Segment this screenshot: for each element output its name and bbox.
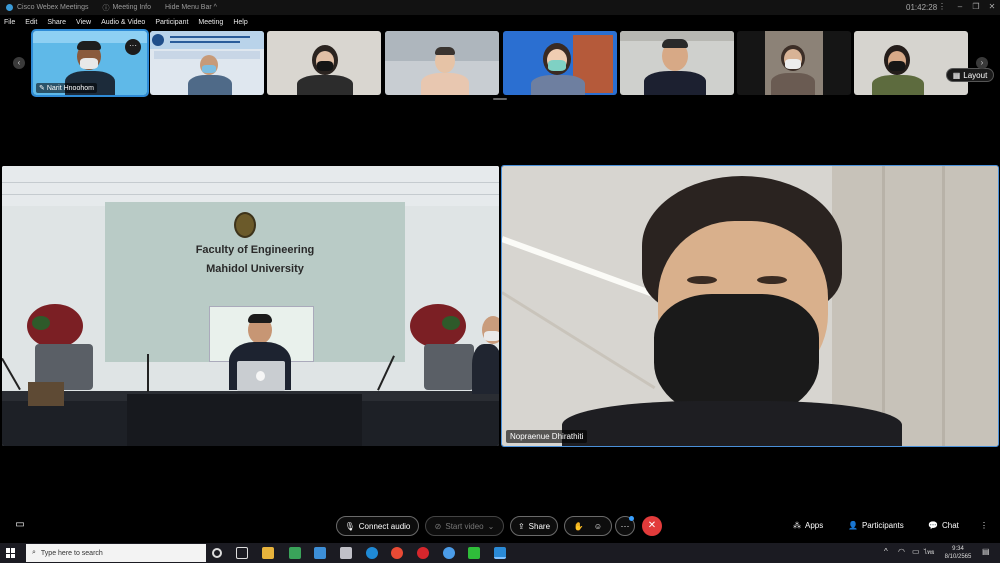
more-panels-icon[interactable]: ⋮ xyxy=(980,521,988,530)
menu-audio-video[interactable]: Audio & Video xyxy=(101,19,145,26)
meeting-info-label: Meeting Info xyxy=(112,4,151,11)
apps-button[interactable]: ⁂ Apps xyxy=(793,521,823,530)
mic-muted-icon: ✎ xyxy=(39,85,45,92)
participant-thumbnail[interactable] xyxy=(503,31,617,95)
hide-menu-bar-button[interactable]: Hide Menu Bar ^ xyxy=(165,4,217,11)
webex-logo-icon xyxy=(6,4,13,11)
captions-icon[interactable]: ▭ xyxy=(10,516,30,536)
app-name: Cisco Webex Meetings xyxy=(17,4,89,11)
end-meeting-button[interactable]: ✕ xyxy=(642,516,662,536)
battery-icon[interactable]: ▭ xyxy=(912,548,920,556)
main-video-left[interactable]: Faculty of Engineering Mahidol Universit… xyxy=(2,166,499,446)
strip-prev-button[interactable]: ‹ xyxy=(13,57,25,69)
search-icon: ⌕ xyxy=(32,549,36,556)
participant-thumbnail[interactable] xyxy=(385,31,499,95)
windows-start-icon[interactable] xyxy=(6,548,16,558)
faculty-sign-line1: Faculty of Engineering xyxy=(195,244,315,256)
mail-icon[interactable] xyxy=(314,547,326,559)
menu-share[interactable]: Share xyxy=(47,19,66,26)
video-off-icon: ⊘ xyxy=(434,521,442,531)
participant-thumbnail[interactable] xyxy=(267,31,381,95)
layout-grid-icon: ▦ xyxy=(952,70,961,80)
participants-button[interactable]: 👤 Participants xyxy=(848,521,904,530)
close-icon: ✕ xyxy=(647,520,657,531)
minimize-icon[interactable]: – xyxy=(954,2,966,11)
menu-view[interactable]: View xyxy=(76,19,91,26)
webex-taskbar-icon[interactable] xyxy=(494,547,506,559)
layout-button[interactable]: ▦ Layout xyxy=(946,68,994,82)
input-language[interactable]: ไทย xyxy=(924,549,935,557)
meeting-info-button[interactable]: ⓘ Meeting Info xyxy=(102,3,151,13)
participants-icon: 👤 xyxy=(848,521,858,530)
store-icon[interactable] xyxy=(289,547,301,559)
microphone-icon: 🎙 xyxy=(344,521,355,531)
chat-icon: 💬 xyxy=(928,521,938,530)
connect-audio-button[interactable]: 🎙 Connect audio xyxy=(336,516,419,536)
app-icon[interactable] xyxy=(340,547,352,559)
menu-help[interactable]: Help xyxy=(233,19,247,26)
apps-icon: ⁂ xyxy=(793,521,801,530)
meeting-timer: 01:42:28 xyxy=(906,3,938,12)
menu-edit[interactable]: Edit xyxy=(25,19,37,26)
tray-chevron-up-icon[interactable]: ^ xyxy=(884,548,888,556)
participant-thumbnail[interactable]: ··· ✎ Narit Hnoohom xyxy=(31,29,149,97)
system-clock[interactable]: 9:34 8/10/2565 xyxy=(942,545,974,561)
hide-menu-bar-label: Hide Menu Bar ^ xyxy=(165,4,217,11)
windows-taskbar: ⌕ Type here to search ^ ◠ ▭ ไทย 9:34 8/1… xyxy=(0,543,1000,563)
maximize-icon[interactable]: ❐ xyxy=(970,2,982,11)
wifi-icon[interactable]: ◠ xyxy=(898,548,905,556)
menu-participant[interactable]: Participant xyxy=(155,19,188,26)
share-screen-icon: ⇪ xyxy=(517,521,525,531)
notification-dot xyxy=(629,516,634,521)
participant-name-tag: ✎ Narit Hnoohom xyxy=(36,83,97,93)
chevron-down-icon: ⌄ xyxy=(487,521,495,531)
strip-resize-handle[interactable] xyxy=(493,98,507,100)
participant-thumbnail[interactable] xyxy=(150,31,264,95)
chat-button[interactable]: 💬 Chat xyxy=(928,521,959,530)
meeting-controls: ▭ 🎙 Connect audio ⊘ Start video ⌄ ⇪ Shar… xyxy=(0,512,1000,540)
close-window-icon[interactable]: ✕ xyxy=(986,2,998,11)
participant-name-tag: Nopraenue Dhirathiti xyxy=(506,430,588,443)
chrome-icon[interactable] xyxy=(391,547,403,559)
info-icon: ⓘ xyxy=(102,4,110,12)
menu-file[interactable]: File xyxy=(4,19,15,26)
task-view-icon[interactable] xyxy=(236,547,248,559)
taskbar-search-box[interactable]: ⌕ Type here to search xyxy=(26,544,206,562)
menu-bar: File Edit Share View Audio & Video Parti… xyxy=(0,16,1000,29)
edge-icon[interactable] xyxy=(366,547,378,559)
opera-icon[interactable] xyxy=(417,547,429,559)
line-icon[interactable] xyxy=(468,547,480,559)
strip-next-button[interactable]: › xyxy=(976,57,988,69)
raise-hand-icon[interactable]: ✋ xyxy=(574,522,584,531)
cortana-icon[interactable] xyxy=(212,548,222,558)
more-horizontal-icon: ··· xyxy=(620,521,630,531)
more-options-icon[interactable]: ··· xyxy=(125,39,141,55)
more-window-icon[interactable]: ⋮ xyxy=(936,2,948,11)
file-explorer-icon[interactable] xyxy=(262,547,274,559)
chrome-profile-icon[interactable] xyxy=(443,547,455,559)
app-title: Cisco Webex Meetings xyxy=(6,4,88,11)
emoji-icon[interactable]: ☺ xyxy=(594,522,602,531)
menu-meeting[interactable]: Meeting xyxy=(198,19,223,26)
participant-strip: ‹ ··· ✎ Narit Hnoohom ▦ Layout › xyxy=(0,29,1000,97)
main-video-right[interactable]: Nopraenue Dhirathiti xyxy=(501,165,999,447)
notifications-icon[interactable]: ▤ xyxy=(982,548,990,556)
participant-thumbnail[interactable] xyxy=(854,31,968,95)
participant-thumbnail[interactable] xyxy=(620,31,734,95)
start-video-button[interactable]: ⊘ Start video ⌄ xyxy=(425,516,504,536)
participant-thumbnail[interactable] xyxy=(737,31,851,95)
title-bar: Cisco Webex Meetings ⓘ Meeting Info Hide… xyxy=(0,0,1000,15)
reactions-group: ✋ ☺ xyxy=(564,516,612,536)
share-button[interactable]: ⇪ Share xyxy=(510,516,558,536)
faculty-sign-line2: Mahidol University xyxy=(206,263,304,275)
